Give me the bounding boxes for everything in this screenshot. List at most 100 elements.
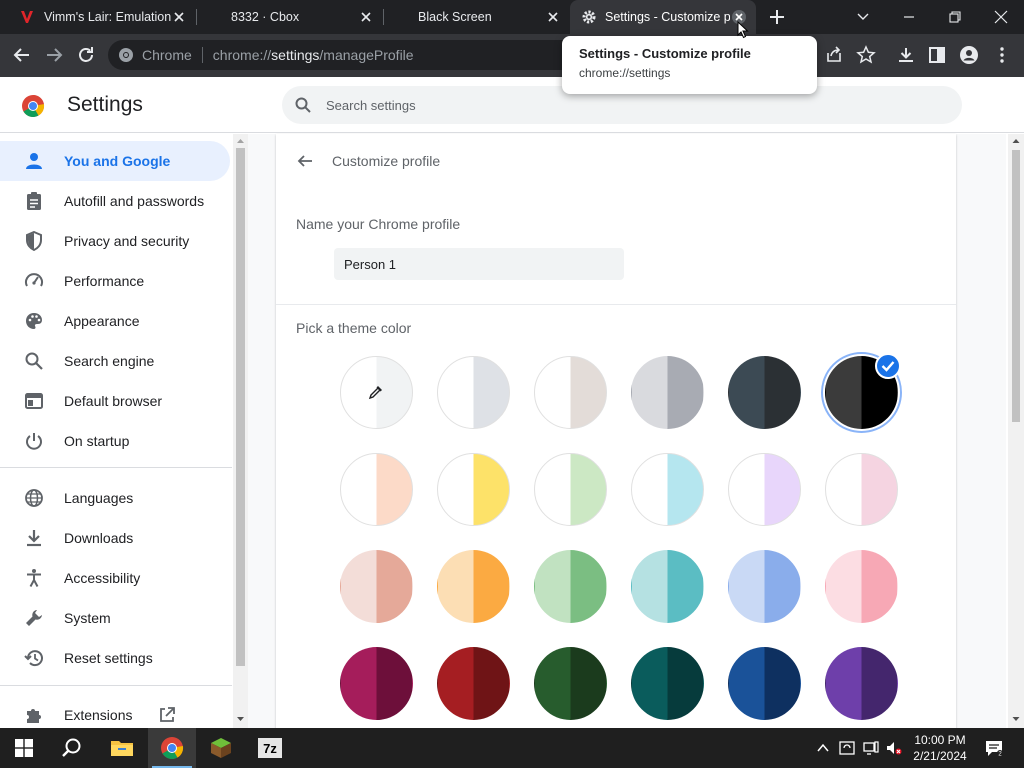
theme-color-swatch[interactable]: [534, 453, 607, 526]
sidebar-item-search-engine[interactable]: Search engine: [0, 341, 230, 381]
theme-color-swatch[interactable]: [437, 453, 510, 526]
theme-color-swatch[interactable]: [340, 550, 413, 623]
sidebar-item-you-and-google[interactable]: You and Google: [0, 141, 230, 181]
restore-window-icon: [949, 11, 961, 23]
system-clock[interactable]: 10:00 PM 2/21/2024: [905, 732, 975, 764]
close-window-button[interactable]: [978, 0, 1024, 34]
network-icon[interactable]: [863, 740, 879, 756]
back-arrow-icon[interactable]: [296, 152, 314, 170]
sidebar-item-label: Appearance: [64, 313, 140, 329]
tab-title: Black Screen: [418, 10, 492, 24]
side-panel-icon[interactable]: [927, 45, 947, 65]
theme-color-swatch[interactable]: [728, 647, 801, 720]
theme-color-swatch[interactable]: [728, 453, 801, 526]
sidebar-item-appearance[interactable]: Appearance: [0, 301, 230, 341]
theme-color-swatch[interactable]: [437, 550, 510, 623]
theme-color-swatch[interactable]: [534, 356, 607, 429]
close-icon[interactable]: [172, 10, 186, 24]
url-path: /manageProfile: [319, 47, 414, 63]
main-scrollbar[interactable]: [1008, 134, 1024, 728]
theme-color-swatch[interactable]: [825, 550, 898, 623]
notification-icon[interactable]: 2: [984, 738, 1004, 758]
theme-color-swatch[interactable]: [340, 453, 413, 526]
sidebar-item-label: Accessibility: [64, 570, 141, 586]
new-tab-icon[interactable]: [768, 8, 786, 26]
tab-title: Settings - Customize pr: [605, 10, 730, 24]
forward-icon[interactable]: [44, 45, 64, 65]
theme-color-swatch[interactable]: [728, 550, 801, 623]
more-menu-icon[interactable]: [992, 45, 1012, 65]
theme-color-swatch[interactable]: [437, 647, 510, 720]
search-input[interactable]: [326, 97, 826, 113]
sidebar-item-performance[interactable]: Performance: [0, 261, 230, 301]
sidebar-item-reset-settings[interactable]: Reset settings: [0, 638, 230, 678]
theme-color-swatch[interactable]: [631, 356, 704, 429]
main-scrollbar-thumb[interactable]: [1012, 150, 1020, 422]
sidebar-item-autofill[interactable]: Autofill and passwords: [0, 181, 230, 221]
omnibox-divider: [201, 47, 203, 63]
theme-color-swatch[interactable]: [534, 550, 607, 623]
close-icon[interactable]: [359, 10, 373, 24]
minimize-button[interactable]: [886, 0, 932, 34]
back-icon[interactable]: [12, 45, 32, 65]
theme-color-label: Pick a theme color: [296, 320, 412, 336]
theme-color-swatch[interactable]: [534, 647, 607, 720]
scroll-down-arrow-icon[interactable]: [233, 714, 248, 724]
close-icon[interactable]: [546, 10, 560, 24]
theme-color-swatch[interactable]: [825, 647, 898, 720]
tab-search-button[interactable]: [840, 0, 886, 34]
taskbar-search-button[interactable]: [48, 728, 96, 768]
sidebar-item-privacy[interactable]: Privacy and security: [0, 221, 230, 261]
scroll-down-arrow-icon[interactable]: [1008, 714, 1024, 724]
sidebar-item-accessibility[interactable]: Accessibility: [0, 558, 230, 598]
download-icon[interactable]: [896, 45, 916, 65]
sidebar-item-languages[interactable]: Languages: [0, 478, 230, 518]
restore-button[interactable]: [932, 0, 978, 34]
tab-cbox[interactable]: 8332 · Cbox: [197, 0, 383, 34]
sidebar-divider: [0, 685, 232, 686]
tab-black-screen[interactable]: Black Screen: [384, 0, 570, 34]
bookmark-star-icon[interactable]: [856, 45, 876, 65]
theme-color-swatch[interactable]: [825, 453, 898, 526]
sidebar-item-label: Search engine: [64, 353, 155, 369]
theme-color-swatch[interactable]: [631, 550, 704, 623]
tab-vimms-lair[interactable]: Vimm's Lair: Emulation: [0, 0, 196, 34]
taskbar-chrome[interactable]: [148, 728, 196, 768]
tab-settings[interactable]: Settings - Customize pr: [570, 0, 756, 34]
mouse-cursor: [737, 21, 749, 39]
sync-icon[interactable]: [839, 740, 855, 756]
theme-color-swatch[interactable]: [728, 356, 801, 429]
theme-color-swatch[interactable]: [340, 647, 413, 720]
sidebar-scrollbar[interactable]: [233, 134, 248, 728]
profile-avatar-icon[interactable]: [959, 45, 979, 65]
profile-name-input[interactable]: [334, 248, 624, 280]
start-button[interactable]: [0, 728, 48, 768]
chevron-up-icon[interactable]: [815, 740, 831, 756]
sidebar-item-system[interactable]: System: [0, 598, 230, 638]
taskbar-file-explorer[interactable]: [98, 728, 146, 768]
volume-muted-icon[interactable]: [886, 740, 902, 756]
profile-name-label: Name your Chrome profile: [296, 216, 461, 232]
globe-icon: [25, 489, 43, 507]
sidebar-item-label: On startup: [64, 433, 130, 449]
scroll-up-arrow-icon[interactable]: [233, 136, 248, 146]
theme-color-swatch[interactable]: [631, 647, 704, 720]
sidebar-item-extensions[interactable]: Extensions: [0, 695, 230, 728]
sidebar-item-downloads[interactable]: Downloads: [0, 518, 230, 558]
sidebar-scrollbar-thumb[interactable]: [236, 148, 245, 666]
custom-color-picker-swatch[interactable]: [340, 356, 413, 429]
share-icon[interactable]: [824, 45, 844, 65]
taskbar-minecraft[interactable]: [197, 728, 245, 768]
reload-icon[interactable]: [76, 45, 96, 65]
search-icon: [62, 738, 81, 757]
theme-color-swatch[interactable]: [631, 453, 704, 526]
theme-color-swatch[interactable]: [821, 352, 902, 433]
sidebar-item-label: Performance: [64, 273, 145, 289]
sidebar-item-on-startup[interactable]: On startup: [0, 421, 230, 461]
taskbar-7zip[interactable]: 7z: [246, 728, 294, 768]
browser-toolbar: Chrome chrome://settings/manageProfile: [0, 34, 1024, 77]
scroll-up-arrow-icon[interactable]: [1008, 136, 1024, 146]
vimm-icon: [21, 11, 33, 23]
sidebar-item-default-browser[interactable]: Default browser: [0, 381, 230, 421]
theme-color-swatch[interactable]: [437, 356, 510, 429]
